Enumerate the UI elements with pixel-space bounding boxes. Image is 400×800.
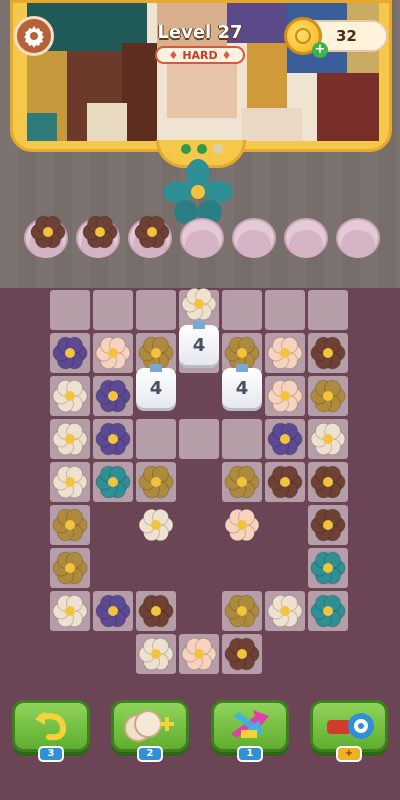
flower-tile[interactable]	[136, 591, 176, 631]
stack-count: 4	[192, 334, 206, 356]
progress-dot	[181, 144, 191, 154]
flower-tile[interactable]	[179, 634, 219, 674]
magnet-button[interactable]	[310, 700, 388, 752]
flower-tile[interactable]	[222, 634, 262, 674]
flower-tile[interactable]	[308, 333, 348, 373]
flower-tile[interactable]	[136, 505, 176, 545]
flower-tile[interactable]	[136, 634, 176, 674]
undo-count: 3	[38, 746, 64, 762]
flower-tile[interactable]	[308, 462, 348, 502]
collection-slot	[180, 218, 224, 258]
slot-base	[341, 230, 375, 258]
board-tile	[93, 290, 133, 330]
slot-flower	[30, 215, 66, 249]
slot-flower	[134, 215, 170, 249]
flame-icon: ♦	[168, 48, 179, 62]
add-flowers-button[interactable]	[111, 700, 189, 752]
undo-arrow-icon	[35, 711, 67, 741]
board-tile	[222, 290, 262, 330]
coin-counter: + 32	[284, 17, 388, 58]
flower-tile[interactable]	[136, 462, 176, 502]
progress-dot	[197, 144, 207, 154]
collection-slot	[336, 218, 380, 258]
flower-tile[interactable]	[93, 419, 133, 459]
slot-base	[185, 230, 219, 258]
board-tile	[179, 419, 219, 459]
collection-slot	[128, 215, 172, 258]
collection-slot	[232, 218, 276, 258]
shuffle-count: 1	[237, 746, 263, 762]
flower-tile[interactable]	[308, 548, 348, 588]
board-tile	[136, 290, 176, 330]
flower-tile[interactable]	[93, 591, 133, 631]
cap-tab	[236, 364, 248, 372]
flower-tile[interactable]	[50, 376, 90, 416]
difficulty-badge: ♦ HARD ♦	[155, 46, 245, 64]
flower-tile[interactable]	[222, 462, 262, 502]
slot-base	[289, 230, 323, 258]
flower-stack-plus-icon	[124, 710, 174, 742]
flower-tile[interactable]	[93, 462, 133, 502]
flower-tile[interactable]	[308, 419, 348, 459]
shuffle-button[interactable]	[211, 700, 289, 752]
flower-tile[interactable]	[50, 333, 90, 373]
stack-count: 4	[149, 377, 163, 399]
flower-tile[interactable]	[179, 284, 219, 324]
board-tile	[50, 290, 90, 330]
flower-tile[interactable]	[265, 591, 305, 631]
flower-tile[interactable]	[222, 505, 262, 545]
flower-tile[interactable]	[265, 376, 305, 416]
collection-slot	[76, 215, 120, 258]
game-board: 4 4 4	[50, 287, 350, 674]
board-tile	[136, 419, 176, 459]
shuffle-arrows-icon	[231, 710, 269, 738]
add-coins-button[interactable]: +	[312, 42, 328, 58]
stack-count: 4	[235, 377, 249, 399]
flower-tile[interactable]	[50, 462, 90, 502]
collection-slot	[284, 218, 328, 258]
flower-tile[interactable]	[265, 462, 305, 502]
collection-slot	[24, 215, 68, 258]
stacked-tile[interactable]: 4	[179, 321, 219, 365]
flower-tile[interactable]	[308, 591, 348, 631]
board-tile	[308, 290, 348, 330]
flower-tile[interactable]	[50, 591, 90, 631]
flower-tile[interactable]	[222, 591, 262, 631]
difficulty-label: HARD	[182, 48, 218, 62]
slot-flower	[82, 215, 118, 249]
flower-tile[interactable]	[265, 419, 305, 459]
stacked-tile[interactable]: 4	[136, 364, 176, 408]
flower-tile[interactable]	[265, 333, 305, 373]
slot-base	[237, 230, 271, 258]
flower-tile[interactable]	[50, 419, 90, 459]
flame-icon: ♦	[221, 48, 232, 62]
coin-count: 32	[336, 27, 357, 45]
board-tile	[222, 419, 262, 459]
flower-tile[interactable]	[50, 548, 90, 588]
magnet-icon	[327, 713, 374, 739]
add-flowers-count: 2	[137, 746, 163, 762]
magnet-buy: +	[336, 746, 362, 762]
progress-dot	[213, 144, 223, 154]
cap-tab	[150, 364, 162, 372]
cap-tab	[193, 321, 205, 329]
flower-tile[interactable]	[93, 333, 133, 373]
board-gap	[177, 460, 221, 633]
flower-tile[interactable]	[308, 505, 348, 545]
stacked-tile[interactable]: 4	[222, 364, 262, 408]
flower-tile[interactable]	[50, 505, 90, 545]
flower-tile[interactable]	[93, 376, 133, 416]
flower-tile[interactable]	[308, 376, 348, 416]
undo-button[interactable]	[12, 700, 90, 752]
board-tile	[265, 290, 305, 330]
